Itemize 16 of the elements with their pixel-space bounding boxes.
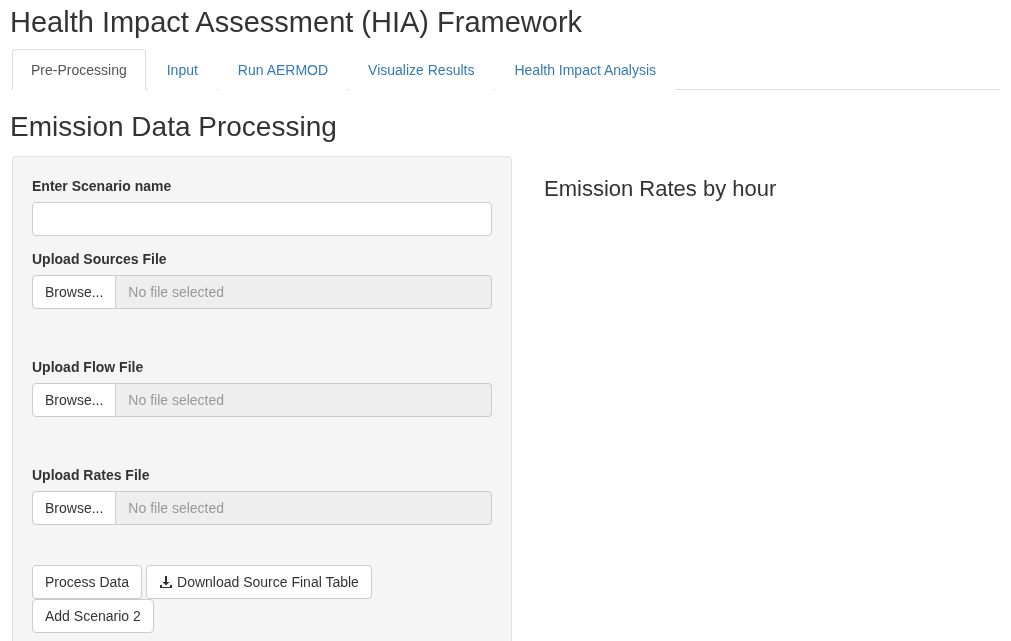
output-title: Emission Rates by hour [544,176,777,202]
browse-button[interactable]: Browse... [32,491,117,525]
tab[interactable]: Pre-Processing [12,49,146,90]
app-title: Health Impact Assessment (HIA) Framework [10,5,584,40]
section-title: Emission Data Processing [10,110,338,144]
field-label: Enter Scenario name [32,178,173,194]
download-icon [159,575,174,589]
download-button[interactable]: Download Source Final Table [146,565,372,599]
input-field[interactable] [32,202,492,236]
action-button[interactable]: Add Scenario 2 [32,599,154,633]
field-label: Upload Rates File [32,467,151,483]
action-button[interactable]: Process Data [32,565,143,599]
field-label: Upload Sources File [32,251,168,267]
browse-button[interactable]: Browse... [32,275,117,309]
browse-button[interactable]: Browse... [32,383,117,417]
field-label: Upload Flow File [32,359,145,375]
